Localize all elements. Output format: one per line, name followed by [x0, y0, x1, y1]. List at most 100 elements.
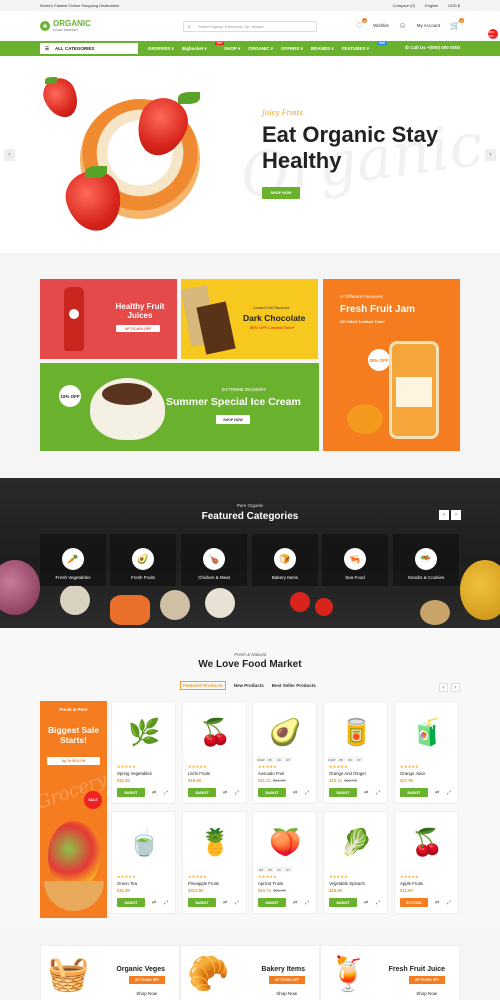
- add-to-basket-button[interactable]: BASKET: [329, 788, 357, 797]
- all-categories-button[interactable]: ☰ ALL CATEGORIES: [40, 43, 138, 54]
- category-snacks-cookies[interactable]: 🥗 Snacks & Cookies: [393, 534, 459, 586]
- product-card[interactable]: 🧃 ★★★★★ Orange Juice $27.90 BASKET ⇄ ⤢: [394, 701, 459, 804]
- language-select[interactable]: English: [425, 3, 438, 8]
- categories-prev-icon[interactable]: ‹: [439, 510, 449, 520]
- compare-link[interactable]: Compare (0): [393, 3, 415, 8]
- product-card[interactable]: 🍒 ★★★★★ Litchi Fruits $18.90 BASKET ⇄ ⤢: [182, 701, 247, 804]
- banner-organic-veges[interactable]: 🧺 Organic Veges UP TO 40% OFF Shop Now: [40, 945, 180, 1000]
- product-name[interactable]: Pineapple Fruits: [188, 881, 219, 886]
- add-to-basket-button[interactable]: BASKET: [117, 788, 145, 797]
- currency-select[interactable]: USD $: [448, 3, 460, 8]
- zoom-icon[interactable]: ⤢: [164, 900, 168, 906]
- banner-fresh-fruit-juice[interactable]: 🍹 Fresh Fruit Juice UP TO 30% OFF Shop N…: [320, 945, 460, 1000]
- nav-item-offers[interactable]: OFFERS ▾: [281, 46, 303, 52]
- category-chicken-meat[interactable]: 🍗 Chicken & Meat: [181, 534, 247, 586]
- products-next-icon[interactable]: ›: [451, 683, 460, 692]
- promo-chocolate[interactable]: Loaded Fruit Flavoured Dark Chocolate 50…: [181, 279, 318, 359]
- product-name[interactable]: Apricot Fruits: [258, 881, 283, 886]
- category-bakery-items[interactable]: 🍞 Bakery Items: [252, 534, 318, 586]
- product-card[interactable]: 🌿 ★★★★★ Spring Vegetables $11.90 BASKET …: [111, 701, 176, 804]
- promo-juices-pill[interactable]: UP TO 40% OFF: [116, 325, 160, 332]
- banner-shop-now-link[interactable]: Shop Now: [416, 991, 437, 996]
- category-fresh-fruits[interactable]: 🥑 Fresh Fruits: [110, 534, 176, 586]
- tab-best-seller-products[interactable]: Best Seller Products: [272, 683, 316, 690]
- tab-featured-products[interactable]: Featured Products: [180, 681, 226, 690]
- call-us[interactable]: ✆ Call Us +(000) 000 0000: [405, 45, 460, 51]
- search-input[interactable]: ⌕ Search laptop, Electronic, Sp, lenses.…: [183, 21, 317, 32]
- compare-icon[interactable]: ⇄: [293, 790, 297, 796]
- wishlist-link[interactable]: Wishlist: [373, 23, 389, 28]
- zoom-icon[interactable]: ⤢: [235, 790, 239, 796]
- in-stock-button[interactable]: IN STOCK: [400, 898, 428, 907]
- product-card[interactable]: 🥫 1 DAY 05 04 07 ★★★★★ Orange And Ginger $1…: [323, 701, 388, 804]
- promo-jam[interactable]: In Different Flavoures Fresh Fruit Jam O…: [323, 279, 460, 451]
- zoom-icon[interactable]: ⤢: [376, 790, 380, 796]
- nav-item-brands[interactable]: BRANDS ▾: [311, 46, 334, 52]
- add-to-basket-button[interactable]: BASKET: [188, 788, 216, 797]
- nav-item-shop[interactable]: SHOP ▾: [224, 46, 240, 52]
- compare-icon[interactable]: ⇄: [364, 900, 368, 906]
- nav-item-features[interactable]: FEATURES ▾NEW: [342, 41, 387, 52]
- product-name[interactable]: Green Tea: [117, 881, 137, 886]
- add-to-basket-button[interactable]: BASKET: [329, 898, 357, 907]
- compare-icon[interactable]: ⇄: [435, 900, 439, 906]
- add-to-basket-button[interactable]: BASKET: [188, 898, 216, 907]
- nav-item-organic[interactable]: ORGANIC ▾: [248, 46, 273, 52]
- categories-next-icon[interactable]: ›: [451, 510, 461, 520]
- banner-shop-now-link[interactable]: Shop Now: [136, 991, 157, 996]
- add-to-basket-button[interactable]: BASKET: [117, 898, 145, 907]
- product-card[interactable]: 🥬 ★★★★★ Vegetable Spinach $18.90 BASKET …: [323, 811, 388, 914]
- compare-icon[interactable]: ⇄: [223, 790, 227, 796]
- product-name[interactable]: Orange And Ginger: [329, 771, 366, 776]
- next-slide-icon[interactable]: ›: [485, 149, 496, 161]
- category-sea-food[interactable]: 🦐 Sea Food: [322, 534, 388, 586]
- compare-icon[interactable]: ⇄: [152, 790, 156, 796]
- user-icon[interactable]: ☺: [399, 21, 407, 30]
- product-card[interactable]: 🍒 ★★★★★ Apple Fruits $11.90 IN STOCK ⇄ ⤢: [394, 811, 459, 914]
- sale-pill[interactable]: Up To 80% Off: [47, 757, 100, 765]
- compare-icon[interactable]: ⇄: [435, 790, 439, 796]
- nav-item-bigbasket[interactable]: Bigbasket ▾HOT: [182, 41, 225, 52]
- product-card[interactable]: 🍍 ★★★★★ Pineapple Fruits $312.90 BASKET …: [182, 811, 247, 914]
- promo-ice-cream[interactable]: 10% OFF EXTREME DESSERT Summer Special I…: [40, 363, 319, 451]
- zoom-icon[interactable]: ⤢: [305, 790, 309, 796]
- compare-icon[interactable]: ⇄: [364, 790, 368, 796]
- promo-juices[interactable]: Healthy Fruit Juices UP TO 40% OFF: [40, 279, 177, 359]
- zoom-icon[interactable]: ⤢: [376, 900, 380, 906]
- hero-shop-now-button[interactable]: SHOP NOW: [262, 187, 300, 199]
- promo-ice-cream-button[interactable]: SHOP NOW: [216, 415, 250, 424]
- zoom-icon[interactable]: ⤢: [235, 900, 239, 906]
- product-name[interactable]: Spring Vegetables: [117, 771, 152, 776]
- side-offer-badge[interactable]: 40% OFF: [488, 29, 498, 39]
- banner-shop-now-link[interactable]: Shop Now: [276, 991, 297, 996]
- heart-icon[interactable]: ♡ 0: [356, 18, 368, 30]
- cart-icon[interactable]: 🛒 0: [450, 18, 464, 30]
- zoom-icon[interactable]: ⤢: [305, 900, 309, 906]
- product-name[interactable]: Litchi Fruits: [188, 771, 210, 776]
- compare-icon[interactable]: ⇄: [293, 900, 297, 906]
- nav-item-grofers[interactable]: GROFERS ▾: [148, 46, 174, 52]
- product-card[interactable]: 🥑 0 DAY 05 04 07 ★★★★★ Avocado Fruit $11.21…: [252, 701, 317, 804]
- add-to-basket-button[interactable]: BASKET: [258, 788, 286, 797]
- add-to-basket-button[interactable]: BASKET: [400, 788, 428, 797]
- product-name[interactable]: Apple Fruits: [400, 881, 423, 886]
- zoom-icon[interactable]: ⤢: [447, 900, 451, 906]
- zoom-icon[interactable]: ⤢: [164, 790, 168, 796]
- banner-bakery-items[interactable]: 🥐 Bakery Items UP TO 50% OFF Shop Now: [180, 945, 320, 1000]
- compare-icon[interactable]: ⇄: [152, 900, 156, 906]
- add-to-basket-button[interactable]: BASKET: [258, 898, 286, 907]
- product-name[interactable]: Avocado Fruit: [258, 771, 284, 776]
- product-name[interactable]: Vegetable Spinach: [329, 881, 365, 886]
- product-card[interactable]: 🍵 ★★★★★ Green Tea $11.90 BASKET ⇄ ⤢: [111, 811, 176, 914]
- products-prev-icon[interactable]: ‹: [439, 683, 448, 692]
- product-card[interactable]: 🍑 115 05 04 07 ★★★★★ Apricot Fruits $10.71 $…: [252, 811, 317, 914]
- logo[interactable]: ❀ ORGANIC FOOD MARKET: [40, 20, 91, 32]
- zoom-icon[interactable]: ⤢: [447, 790, 451, 796]
- sale-side-banner[interactable]: Fresh & Pure Biggest Sale Starts! Up To …: [40, 701, 107, 918]
- category-fresh-vegetables[interactable]: 🥕 Fresh Vegetables: [40, 534, 106, 586]
- compare-icon[interactable]: ⇄: [223, 900, 227, 906]
- tab-new-products[interactable]: New Products: [234, 683, 264, 690]
- prev-slide-icon[interactable]: ‹: [4, 149, 15, 161]
- product-name[interactable]: Orange Juice: [400, 771, 426, 776]
- account-link[interactable]: My Account: [417, 23, 440, 28]
